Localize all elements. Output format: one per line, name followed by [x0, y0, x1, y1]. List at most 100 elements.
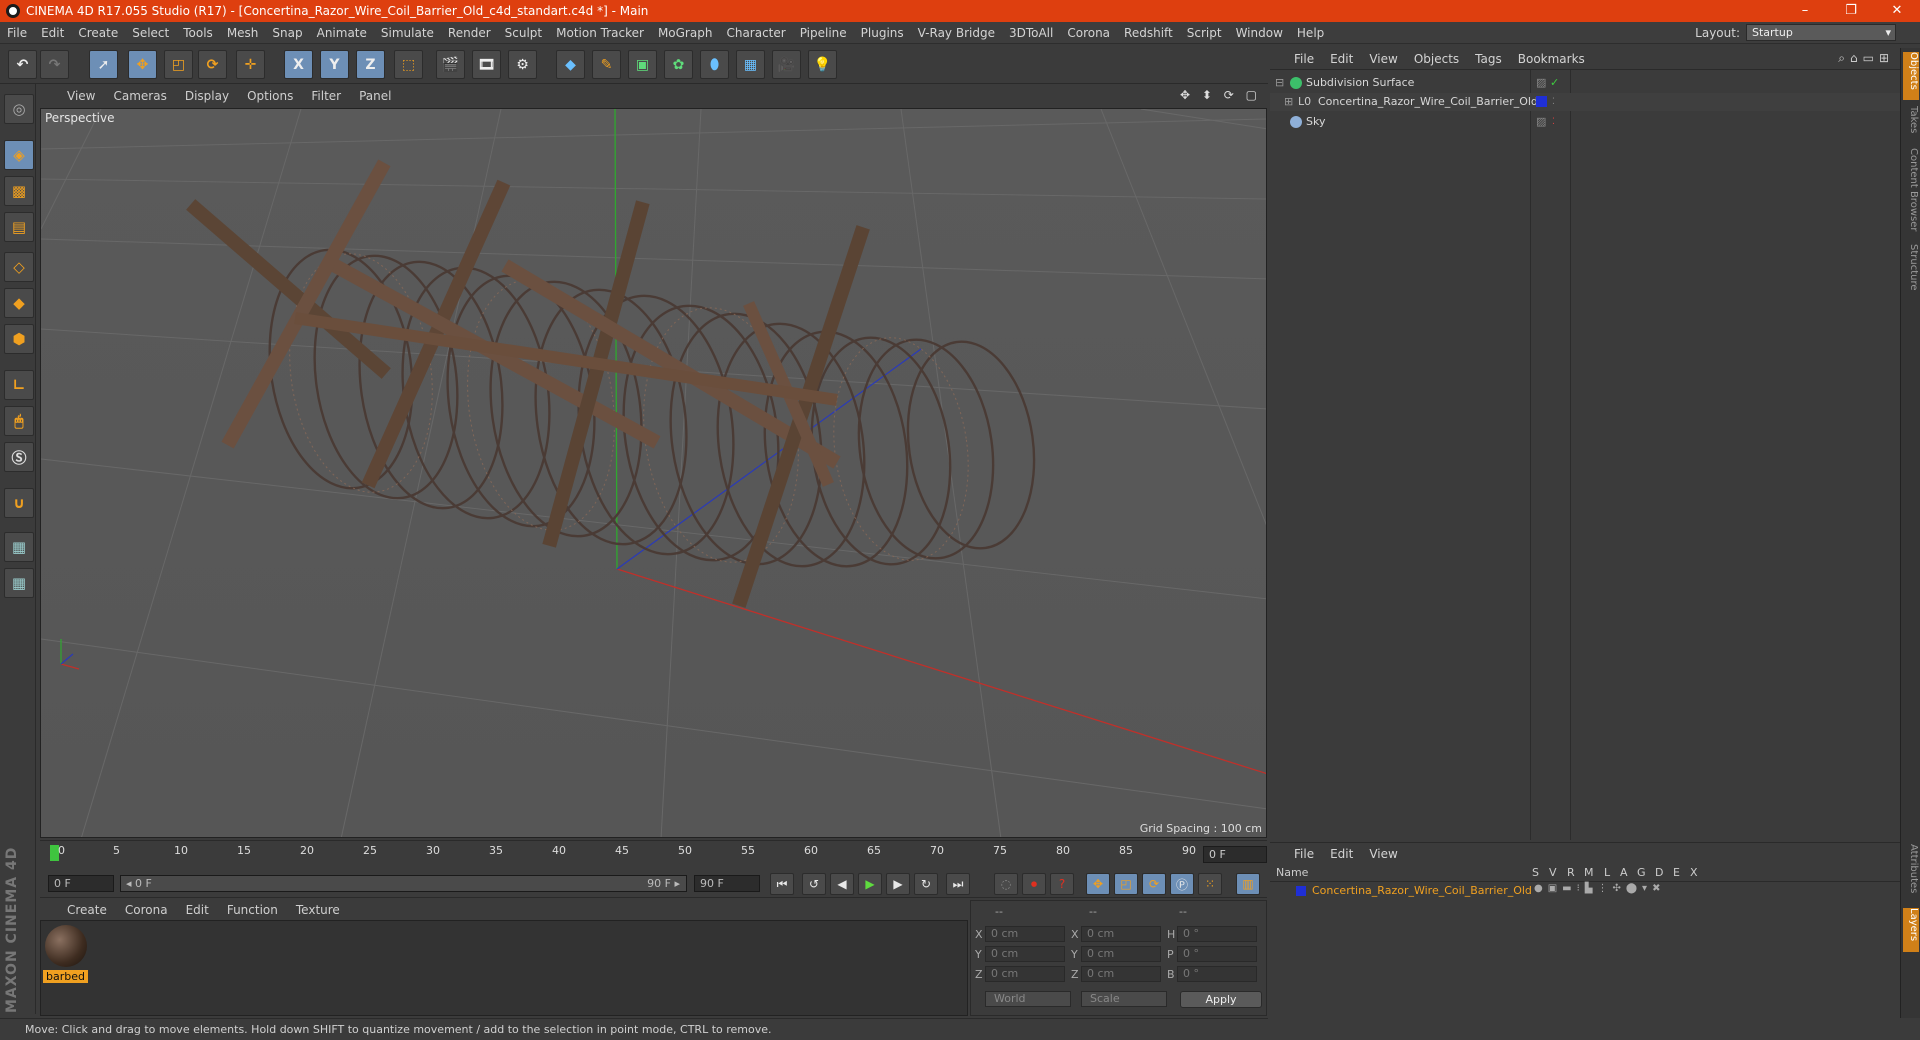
position-z-field[interactable]: 0 cm: [985, 966, 1065, 982]
object-manager-search-icons[interactable]: ⌕⌂▭⊞: [1838, 51, 1894, 66]
edit-render-settings-button[interactable]: ⚙: [508, 50, 537, 79]
mograph-cloner-button[interactable]: ✿: [664, 50, 693, 79]
light-button[interactable]: 💡: [808, 50, 837, 79]
polygons-mode-button[interactable]: ⬢: [4, 324, 34, 354]
visibility-icon[interactable]: ▨: [1536, 113, 1546, 131]
key-pla-button[interactable]: ⁙: [1198, 873, 1222, 895]
play-button[interactable]: ▶: [858, 873, 882, 895]
start-frame-field[interactable]: 0 F: [48, 875, 114, 892]
record-button[interactable]: ⏺: [1022, 873, 1046, 895]
redo-button[interactable]: ↷: [40, 50, 69, 79]
visibility-dots-icon[interactable]: ⁚: [1552, 93, 1555, 111]
previous-key-button[interactable]: ↺: [802, 873, 826, 895]
motion-path-button[interactable]: ◌: [994, 873, 1018, 895]
tab-content-browser[interactable]: Content Browser: [1903, 148, 1919, 240]
end-frame-field[interactable]: 90 F: [694, 875, 760, 892]
add-cube-button[interactable]: ◆: [556, 50, 585, 79]
menu-plugins[interactable]: Plugins: [854, 26, 911, 40]
edges-mode-button[interactable]: ◆: [4, 288, 34, 318]
current-frame-field[interactable]: 0 F: [1203, 846, 1267, 863]
menu-character[interactable]: Character: [719, 26, 792, 40]
key-rotation-button[interactable]: ⟳: [1142, 873, 1166, 895]
close-button[interactable]: ✕: [1874, 0, 1920, 22]
solo-mode-button[interactable]: Ⓢ: [4, 442, 34, 472]
menu-select[interactable]: Select: [125, 26, 176, 40]
objects-menu-tags[interactable]: Tags: [1467, 52, 1510, 66]
timeline-ruler[interactable]: 0 5 10 15 20 25 30 35 40 45 50 55 60 65 …: [40, 840, 1267, 868]
rotation-b-field[interactable]: 0 °: [1177, 966, 1257, 982]
texture-mode-button[interactable]: ▩: [4, 176, 34, 206]
autokey-button[interactable]: ?: [1050, 873, 1074, 895]
viewport-menu-panel[interactable]: Panel: [350, 89, 400, 103]
objects-menu-file[interactable]: File: [1286, 52, 1322, 66]
menu-script[interactable]: Script: [1180, 26, 1229, 40]
apply-button[interactable]: Apply: [1180, 991, 1262, 1008]
render-view-button[interactable]: 🎬: [436, 50, 465, 79]
object-row[interactable]: ⊞ L0 Concertina_Razor_Wire_Coil_Barrier_…: [1270, 93, 1900, 111]
position-x-field[interactable]: 0 cm: [985, 926, 1065, 942]
menu-mograph[interactable]: MoGraph: [651, 26, 720, 40]
material-name-label[interactable]: barbed: [43, 970, 88, 983]
layer-name[interactable]: Concertina_Razor_Wire_Coil_Barrier_Old: [1312, 884, 1532, 897]
layer-toggle-icons[interactable]: ●▣▬⁝▙⋮✣⬤▾✖: [1534, 883, 1665, 894]
menu-mesh[interactable]: Mesh: [220, 26, 266, 40]
rotate-tool-button[interactable]: ⟳: [198, 50, 227, 79]
object-name[interactable]: Concertina_Razor_Wire_Coil_Barrier_Old: [1318, 93, 1538, 111]
tab-takes[interactable]: Takes: [1903, 106, 1919, 146]
go-to-end-button[interactable]: ⏭: [946, 873, 970, 895]
z-axis-lock-button[interactable]: Z: [356, 50, 385, 79]
material-preview[interactable]: [45, 925, 87, 967]
menu-simulate[interactable]: Simulate: [374, 26, 441, 40]
menu-3dtoall[interactable]: 3DToAll: [1002, 26, 1060, 40]
layout-dropdown[interactable]: Startup ▾: [1746, 24, 1896, 41]
points-mode-button[interactable]: ◇: [4, 252, 34, 282]
size-y-field[interactable]: 0 cm: [1081, 946, 1161, 962]
viewport-navigation-icons[interactable]: ✥ ⬍ ⟳ ▢: [1180, 88, 1261, 102]
render-off-dots-icon[interactable]: ⁚: [1552, 113, 1555, 131]
perspective-viewport[interactable]: Perspective Grid Spacing : 100 cm: [40, 108, 1267, 838]
timeline-window-button[interactable]: ▥: [1236, 873, 1260, 895]
coordinate-system-button[interactable]: ⬚: [394, 50, 423, 79]
frame-range-slider[interactable]: ◂ 0 F 90 F ▸: [120, 875, 687, 892]
size-mode-dropdown[interactable]: Scale: [1081, 991, 1167, 1007]
menu-render[interactable]: Render: [441, 26, 498, 40]
next-key-button[interactable]: ↻: [914, 873, 938, 895]
tab-objects[interactable]: Objects: [1903, 52, 1919, 100]
objects-menu-edit[interactable]: Edit: [1322, 52, 1361, 66]
key-position-button[interactable]: ✥: [1086, 873, 1110, 895]
menu-create[interactable]: Create: [71, 26, 125, 40]
menu-vray-bridge[interactable]: V-Ray Bridge: [911, 26, 1002, 40]
x-axis-lock-button[interactable]: X: [284, 50, 313, 79]
layer-color-swatch[interactable]: [1296, 886, 1306, 896]
layer-color-tag[interactable]: [1536, 96, 1547, 107]
object-row[interactable]: Sky ▨ ⁚: [1270, 113, 1900, 131]
magnet-button[interactable]: ∪: [4, 488, 34, 518]
model-mode-button[interactable]: ◈: [4, 140, 34, 170]
menu-snap[interactable]: Snap: [265, 26, 309, 40]
y-axis-lock-button[interactable]: Y: [320, 50, 349, 79]
menu-edit[interactable]: Edit: [34, 26, 71, 40]
subdivision-surface-button[interactable]: ▣: [628, 50, 657, 79]
object-name[interactable]: Subdivision Surface: [1306, 74, 1414, 92]
go-to-start-button[interactable]: ⏮: [770, 873, 794, 895]
camera-button[interactable]: 🎥: [772, 50, 801, 79]
viewport-menu-options[interactable]: Options: [238, 89, 302, 103]
objects-menu-objects[interactable]: Objects: [1406, 52, 1467, 66]
recent-tool-button[interactable]: ✛: [236, 50, 265, 79]
menu-file[interactable]: File: [0, 26, 34, 40]
size-x-field[interactable]: 0 cm: [1081, 926, 1161, 942]
pen-tool-button[interactable]: ✎: [592, 50, 621, 79]
maximize-button[interactable]: ❐: [1828, 0, 1874, 22]
viewport-menu-filter[interactable]: Filter: [302, 89, 350, 103]
floor-button[interactable]: ▦: [736, 50, 765, 79]
visibility-icon[interactable]: ▨: [1536, 74, 1546, 92]
rotation-p-field[interactable]: 0 °: [1177, 946, 1257, 962]
material-menu-texture[interactable]: Texture: [287, 903, 349, 917]
expand-icon[interactable]: ⊞: [1284, 93, 1293, 111]
axis-mode-button[interactable]: ∟: [4, 370, 34, 400]
key-parameter-button[interactable]: Ⓟ: [1170, 873, 1194, 895]
rotation-h-field[interactable]: 0 °: [1177, 926, 1257, 942]
key-scale-button[interactable]: ◰: [1114, 873, 1138, 895]
menu-tools[interactable]: Tools: [176, 26, 220, 40]
tab-attributes[interactable]: Attributes: [1903, 844, 1919, 904]
